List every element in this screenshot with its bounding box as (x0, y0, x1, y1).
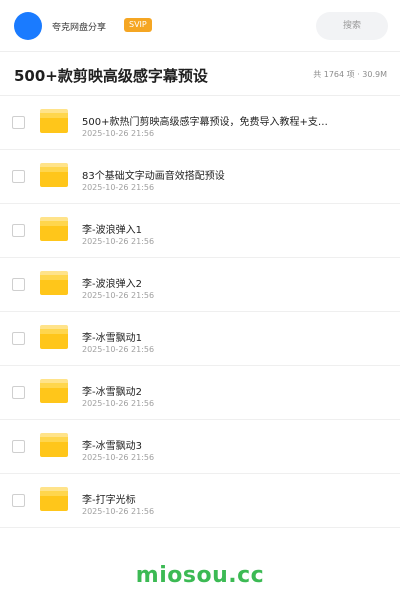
file-row[interactable]: 李-波浪弹入1 2025-10-26 21:56 (0, 204, 400, 258)
vip-badge: SVIP (124, 18, 152, 32)
file-date: 2025-10-26 21:56 (82, 237, 155, 246)
folder-meta: 共 1764 项 · 30.9M (313, 70, 387, 79)
file-name[interactable]: 500+款热门剪映高级感字幕预设，免费导入教程+支… (82, 113, 352, 128)
file-date: 2025-10-26 21:56 (82, 291, 155, 300)
watermark: miosou.cc (135, 563, 265, 588)
folder-icon (40, 487, 68, 511)
file-name[interactable]: 李-打字光标 (82, 491, 352, 506)
file-list: 500+款热门剪映高级感字幕预设，免费导入教程+支… 2025-10-26 21… (0, 96, 400, 528)
file-date: 2025-10-26 21:56 (82, 345, 155, 354)
file-date: 2025-10-26 21:56 (82, 453, 155, 462)
row-checkbox[interactable] (12, 332, 25, 345)
row-checkbox[interactable] (12, 224, 25, 237)
row-checkbox[interactable] (12, 440, 25, 453)
folder-icon (40, 109, 68, 133)
page-title: 500+款剪映高级感字幕预设 (14, 67, 208, 85)
row-checkbox[interactable] (12, 494, 25, 507)
top-bar: 夸克网盘分享 SVIP 搜索 (0, 0, 400, 52)
file-row[interactable]: 李-冰雪飘动1 2025-10-26 21:56 (0, 312, 400, 366)
avatar[interactable] (14, 12, 42, 40)
file-row[interactable]: 李-冰雪飘动3 2025-10-26 21:56 (0, 420, 400, 474)
folder-icon (40, 433, 68, 457)
folder-icon (40, 217, 68, 241)
file-name[interactable]: 李-冰雪飘动1 (82, 329, 352, 344)
file-row[interactable]: 李-冰雪飘动2 2025-10-26 21:56 (0, 366, 400, 420)
file-row[interactable]: 83个基础文字动画音效搭配预设 2025-10-26 21:56 (0, 150, 400, 204)
file-date: 2025-10-26 21:56 (82, 507, 155, 516)
file-row[interactable]: 500+款热门剪映高级感字幕预设，免费导入教程+支… 2025-10-26 21… (0, 96, 400, 150)
folder-icon (40, 379, 68, 403)
file-name[interactable]: 83个基础文字动画音效搭配预设 (82, 167, 352, 182)
search-button[interactable]: 搜索 (316, 12, 388, 40)
file-date: 2025-10-26 21:56 (82, 399, 155, 408)
row-checkbox[interactable] (12, 386, 25, 399)
row-checkbox[interactable] (12, 116, 25, 129)
row-checkbox[interactable] (12, 278, 25, 291)
folder-icon (40, 325, 68, 349)
file-row[interactable]: 李-波浪弹入2 2025-10-26 21:56 (0, 258, 400, 312)
file-name[interactable]: 李-冰雪飘动2 (82, 383, 352, 398)
share-page: 夸克网盘分享 SVIP 搜索 500+款剪映高级感字幕预设 共 1764 项 ·… (0, 0, 400, 600)
brand-name: 夸克网盘分享 (52, 23, 107, 33)
file-name[interactable]: 李-波浪弹入2 (82, 275, 352, 290)
file-date: 2025-10-26 21:56 (82, 183, 155, 192)
folder-icon (40, 271, 68, 295)
file-date: 2025-10-26 21:56 (82, 129, 155, 138)
file-row[interactable]: 李-打字光标 2025-10-26 21:56 (0, 474, 400, 528)
folder-header: 500+款剪映高级感字幕预设 共 1764 项 · 30.9M (0, 52, 400, 96)
file-name[interactable]: 李-波浪弹入1 (82, 221, 352, 236)
row-checkbox[interactable] (12, 170, 25, 183)
folder-icon (40, 163, 68, 187)
file-name[interactable]: 李-冰雪飘动3 (82, 437, 352, 452)
